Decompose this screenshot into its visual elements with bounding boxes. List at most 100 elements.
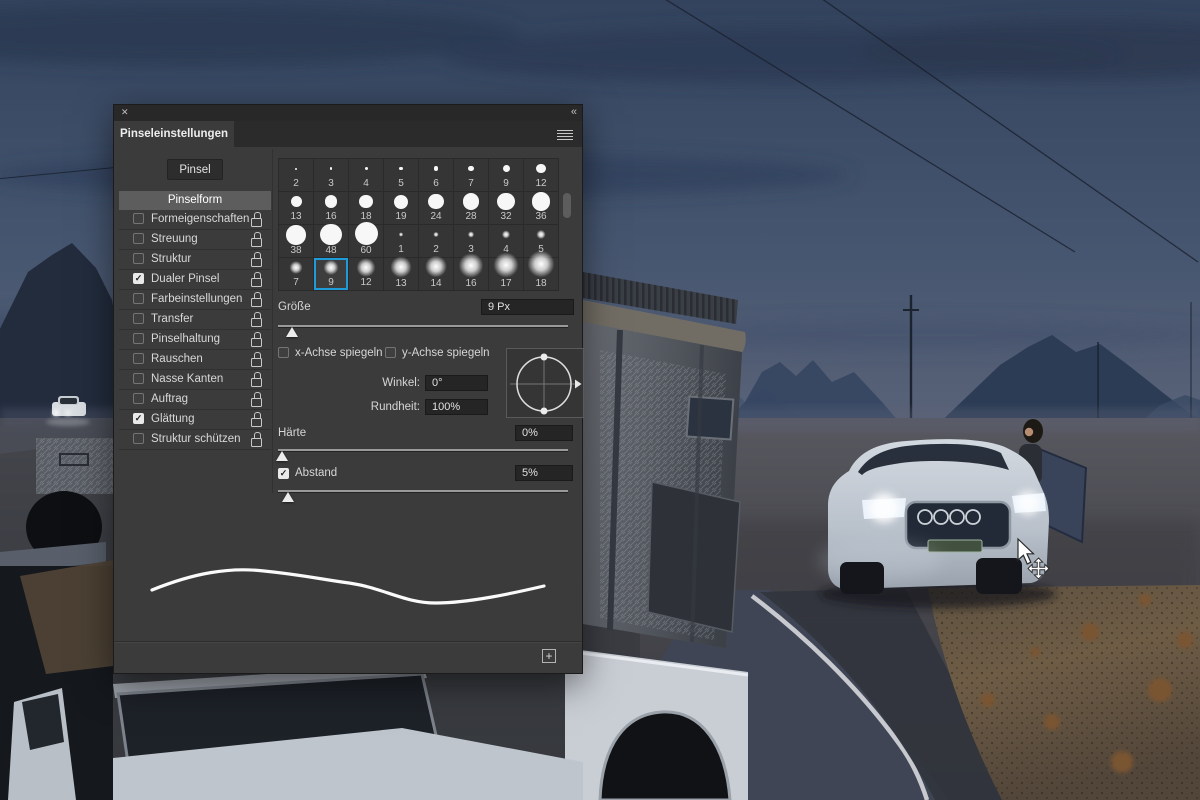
flip-y-checkbox[interactable] bbox=[385, 347, 396, 358]
hardness-slider-thumb[interactable] bbox=[276, 451, 288, 461]
brush-preset-4[interactable]: 4 bbox=[349, 159, 383, 191]
brush-preset-14[interactable]: 14 bbox=[419, 255, 453, 290]
brush-size-label: 7 bbox=[293, 277, 299, 288]
brush-preset-24[interactable]: 24 bbox=[419, 192, 453, 224]
checkbox[interactable] bbox=[133, 313, 144, 324]
brush-preset-48[interactable]: 48 bbox=[314, 223, 348, 257]
brush-preset-6[interactable]: 6 bbox=[419, 159, 453, 191]
brush-preset-12[interactable]: 12 bbox=[524, 159, 558, 191]
brush-preset-2[interactable]: 2 bbox=[279, 159, 313, 191]
hardness-field[interactable]: 0% bbox=[515, 425, 573, 441]
checkbox[interactable] bbox=[133, 213, 144, 224]
hardness-slider[interactable] bbox=[278, 449, 568, 451]
unlock-icon[interactable] bbox=[251, 312, 262, 327]
brush-preset-12[interactable]: 12 bbox=[349, 258, 383, 290]
panel-menu-icon[interactable] bbox=[557, 130, 573, 140]
sidebar-item-pinselform[interactable]: Pinselform bbox=[119, 191, 271, 210]
brush-preset-3[interactable]: 3 bbox=[314, 159, 348, 191]
unlock-icon[interactable] bbox=[251, 432, 262, 447]
checkbox[interactable] bbox=[133, 433, 144, 444]
brush-preset-16[interactable]: 16 bbox=[454, 252, 488, 290]
size-field[interactable]: 9 Px bbox=[481, 299, 574, 315]
brush-preset-28[interactable]: 28 bbox=[454, 192, 488, 224]
sidebar-item-transfer[interactable]: Transfer bbox=[119, 310, 271, 330]
checkbox[interactable] bbox=[133, 393, 144, 404]
brush-preset-36[interactable]: 36 bbox=[524, 192, 558, 224]
spacing-label: Abstand bbox=[295, 467, 338, 479]
brush-preset-9-selected[interactable]: 9 bbox=[314, 258, 348, 290]
unlock-icon[interactable] bbox=[251, 352, 262, 367]
unlock-icon[interactable] bbox=[251, 332, 262, 347]
sidebar-item-struktur[interactable]: Struktur bbox=[119, 250, 271, 270]
checkbox[interactable] bbox=[133, 233, 144, 244]
brush-tip-dot bbox=[497, 192, 515, 211]
brush-preset-5[interactable]: 5 bbox=[384, 159, 418, 191]
brush-size-label: 16 bbox=[325, 211, 337, 222]
unlock-icon[interactable] bbox=[251, 392, 262, 407]
angle-roundness-control[interactable] bbox=[506, 348, 584, 418]
size-slider[interactable] bbox=[278, 325, 568, 327]
brush-preset-7[interactable]: 7 bbox=[454, 159, 488, 191]
brush-preset-16[interactable]: 16 bbox=[314, 192, 348, 224]
unlock-icon[interactable] bbox=[251, 372, 262, 387]
checkbox[interactable] bbox=[133, 353, 144, 364]
spacing-slider[interactable] bbox=[278, 490, 568, 492]
brush-preset-13[interactable]: 13 bbox=[279, 192, 313, 224]
unlock-icon[interactable] bbox=[251, 232, 262, 247]
scrollbar-thumb[interactable] bbox=[563, 193, 571, 218]
spacing-checkbox[interactable]: ✓ bbox=[278, 468, 289, 479]
brush-tip-dot bbox=[501, 230, 511, 239]
flip-x-checkbox[interactable] bbox=[278, 347, 289, 358]
brush-tip-dot bbox=[329, 167, 333, 170]
sidebar-item-streuung[interactable]: Streuung bbox=[119, 230, 271, 250]
brush-preset-18[interactable]: 18 bbox=[349, 192, 383, 224]
cursor-arrow bbox=[1017, 537, 1035, 565]
brush-tip-dot bbox=[324, 195, 338, 208]
sidebar-item-rauschen[interactable]: Rauschen bbox=[119, 350, 271, 370]
sidebar-item-formeigenschaften[interactable]: Formeigenschaften bbox=[119, 210, 271, 230]
checkbox[interactable] bbox=[133, 293, 144, 304]
size-slider-thumb[interactable] bbox=[286, 327, 298, 337]
brush-size-label: 18 bbox=[535, 278, 547, 289]
brush-preset-19[interactable]: 19 bbox=[384, 192, 418, 224]
brush-preset-18[interactable]: 18 bbox=[524, 250, 558, 290]
sidebar-item-farbeinstellungen[interactable]: Farbeinstellungen bbox=[119, 290, 271, 310]
sidebar-item-glättung[interactable]: ✓ Glättung bbox=[119, 410, 271, 430]
unlock-icon[interactable] bbox=[251, 252, 262, 267]
new-brush-button[interactable]: + bbox=[542, 649, 556, 663]
brush-tip-dot bbox=[468, 165, 474, 172]
spacing-field[interactable]: 5% bbox=[515, 465, 573, 481]
brush-preset-38[interactable]: 38 bbox=[279, 225, 313, 257]
brush-preset-9[interactable]: 9 bbox=[489, 159, 523, 191]
unlock-icon[interactable] bbox=[251, 212, 262, 227]
checkbox[interactable]: ✓ bbox=[133, 413, 144, 424]
brush-preset-60[interactable]: 60 bbox=[349, 222, 383, 257]
sidebar-item-label: Transfer bbox=[151, 313, 194, 325]
sidebar-item-dualer-pinsel[interactable]: ✓ Dualer Pinsel bbox=[119, 270, 271, 290]
checkbox[interactable] bbox=[133, 253, 144, 264]
unlock-icon[interactable] bbox=[251, 292, 262, 307]
brush-preset-7[interactable]: 7 bbox=[279, 258, 313, 290]
close-icon[interactable]: ✕ bbox=[121, 107, 129, 118]
brush-preset-2[interactable]: 2 bbox=[419, 225, 453, 257]
brush-preset-32[interactable]: 32 bbox=[489, 192, 523, 224]
checkbox[interactable]: ✓ bbox=[133, 273, 144, 284]
sidebar-item-struktur-schützen[interactable]: Struktur schützen bbox=[119, 430, 271, 450]
sidebar-item-auftrag[interactable]: Auftrag bbox=[119, 390, 271, 410]
brush-preset-13[interactable]: 13 bbox=[384, 256, 418, 290]
collapse-to-icons-icon[interactable]: « bbox=[571, 106, 577, 118]
angle-field[interactable]: 0° bbox=[425, 375, 488, 391]
sidebar-item-nasse-kanten[interactable]: Nasse Kanten bbox=[119, 370, 271, 390]
roundness-field[interactable]: 100% bbox=[425, 399, 488, 415]
brush-tip-dot bbox=[467, 231, 475, 238]
checkbox[interactable] bbox=[133, 333, 144, 344]
tab-pinseleinstellungen[interactable]: Pinseleinstellungen bbox=[114, 121, 234, 147]
brush-preset-17[interactable]: 17 bbox=[489, 251, 523, 290]
checkbox[interactable] bbox=[133, 373, 144, 384]
sidebar-item-pinselhaltung[interactable]: Pinselhaltung bbox=[119, 330, 271, 350]
unlock-icon[interactable] bbox=[251, 272, 262, 287]
unlock-icon[interactable] bbox=[251, 412, 262, 427]
headlight-glow-left bbox=[869, 493, 899, 523]
pinsel-button[interactable]: Pinsel bbox=[167, 159, 223, 180]
brush-preset-1[interactable]: 1 bbox=[384, 225, 418, 257]
